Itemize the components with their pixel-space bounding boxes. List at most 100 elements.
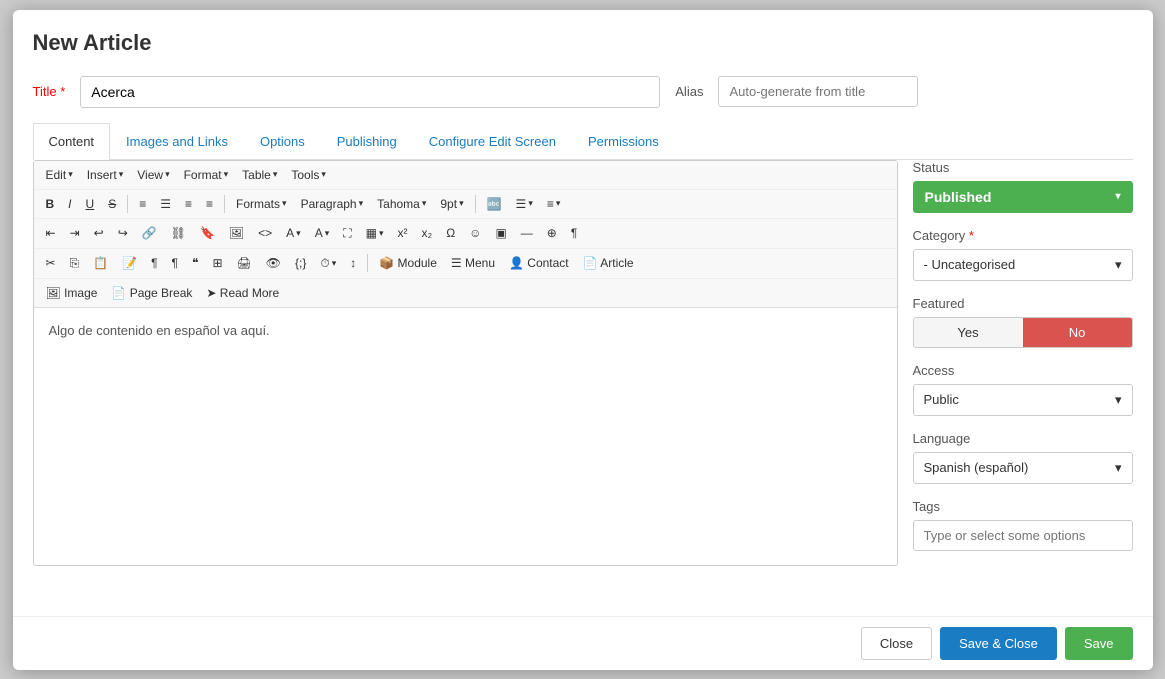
table-insert-btn[interactable]: ▦ ▾ xyxy=(360,223,390,243)
title-input[interactable] xyxy=(80,76,660,108)
featured-yes-btn[interactable]: Yes xyxy=(914,318,1023,347)
editor-panel: Edit ▾ Insert ▾ View ▾ Format ▾ Table ▾ … xyxy=(33,160,898,566)
bg-color-btn[interactable]: A ▾ xyxy=(309,223,336,243)
category-caret-icon: ▾ xyxy=(1115,257,1122,273)
save-close-button[interactable]: Save & Close xyxy=(940,627,1057,660)
status-dropdown[interactable]: Published ▾ xyxy=(913,181,1133,213)
language-section: Language Spanish (español) ▾ xyxy=(913,431,1133,484)
access-dropdown[interactable]: Public ▾ xyxy=(913,384,1133,416)
status-caret-icon: ▾ xyxy=(1115,191,1120,202)
paste-btn[interactable]: 📋 xyxy=(87,253,114,273)
fullscreen-btn[interactable]: ⛶ xyxy=(337,223,357,244)
language-dropdown[interactable]: Spanish (español) ▾ xyxy=(913,452,1133,484)
undo-btn[interactable]: ↩ xyxy=(88,223,110,243)
paste-text-btn[interactable]: 📝 xyxy=(116,253,143,273)
underline-btn[interactable]: U xyxy=(80,194,101,214)
bold-btn[interactable]: B xyxy=(40,194,61,214)
align-left-btn[interactable]: ≡ xyxy=(133,194,152,214)
pagebreak-btn[interactable]: 📄 Page Break xyxy=(105,283,198,303)
show-more-btn[interactable]: ¶ xyxy=(166,253,184,273)
media-btn[interactable]: ▣ xyxy=(489,223,512,243)
copy-btn[interactable]: ⎘ xyxy=(64,253,86,274)
indent-btn[interactable]: ≡ ▾ xyxy=(541,194,567,214)
unlink-btn[interactable]: ⛓ xyxy=(165,223,192,243)
paragraph-btn[interactable]: Paragraph ▾ xyxy=(295,194,370,214)
formats-btn[interactable]: Formats ▾ xyxy=(230,194,293,214)
align-right-btn[interactable]: ≡ xyxy=(179,194,198,214)
code-sample-btn[interactable]: {;} xyxy=(289,253,312,273)
language-label: Language xyxy=(913,431,1133,446)
alias-input[interactable] xyxy=(718,76,918,107)
outdent-btn[interactable]: ⇤ xyxy=(40,223,62,243)
tags-input[interactable] xyxy=(913,520,1133,551)
list-btn[interactable]: ☰ ▾ xyxy=(510,194,539,214)
image-insert-btn[interactable]: 🖼 xyxy=(223,223,250,243)
title-row: Title * Alias xyxy=(33,76,1133,108)
subscript-btn[interactable]: x₂ xyxy=(416,223,439,243)
access-section: Access Public ▾ xyxy=(913,363,1133,416)
modal-title: New Article xyxy=(33,30,1133,56)
toolbar-formatting-row1: B I U S ≡ ☰ ≡ ≡ Formats ▾ Paragraph ▾ Ta… xyxy=(34,190,897,219)
tab-configure-edit-screen[interactable]: Configure Edit Screen xyxy=(413,123,572,159)
readmore-btn[interactable]: ➤ Read More xyxy=(200,283,285,303)
preview-btn[interactable]: 👁 xyxy=(260,253,287,273)
insert-menu-btn[interactable]: Insert ▾ xyxy=(81,165,130,185)
show-hidden-btn[interactable]: ¶ xyxy=(145,253,163,273)
save-button[interactable]: Save xyxy=(1065,627,1133,660)
featured-no-btn[interactable]: No xyxy=(1023,318,1132,347)
size-btn[interactable]: 9pt ▾ xyxy=(434,194,469,214)
editor-toolbar: Edit ▾ Insert ▾ View ▾ Format ▾ Table ▾ … xyxy=(34,161,897,308)
close-button[interactable]: Close xyxy=(861,627,932,660)
tab-images-links[interactable]: Images and Links xyxy=(110,123,244,159)
category-dropdown[interactable]: - Uncategorised ▾ xyxy=(913,249,1133,281)
featured-label: Featured xyxy=(913,296,1133,311)
superscript-btn[interactable]: x² xyxy=(392,223,414,243)
redo-btn[interactable]: ↪ xyxy=(112,223,134,243)
cut-btn[interactable]: ✂ xyxy=(40,253,62,273)
code-btn[interactable]: <> xyxy=(252,223,278,243)
category-label: Category * xyxy=(913,228,1133,243)
tab-publishing[interactable]: Publishing xyxy=(321,123,413,159)
emoji-btn[interactable]: ☺ xyxy=(463,223,487,243)
pagebreak-inline-btn[interactable]: ⊕ xyxy=(541,223,563,243)
strikethrough-btn[interactable]: S xyxy=(102,194,122,214)
toolbar-insert-row: 🖼 Image 📄 Page Break ➤ Read More xyxy=(34,279,897,307)
special-char-btn[interactable]: Ω xyxy=(440,223,461,243)
tab-permissions[interactable]: Permissions xyxy=(572,123,675,159)
noneditable-btn[interactable]: ↕ xyxy=(344,253,362,273)
font-btn[interactable]: Tahoma ▾ xyxy=(371,194,432,214)
bookmark-btn[interactable]: 🔖 xyxy=(194,223,221,243)
hr-btn[interactable]: — xyxy=(515,223,539,243)
char-map-btn[interactable]: 🔤 xyxy=(481,194,508,214)
editor-content[interactable]: Algo de contenido en español va aquí. xyxy=(34,308,897,558)
blockquote-btn[interactable]: ❝ xyxy=(186,253,204,273)
align-center-btn[interactable]: ☰ xyxy=(154,194,177,214)
table-menu-btn[interactable]: Table ▾ xyxy=(236,165,283,185)
print-btn[interactable]: 🖨 xyxy=(231,253,258,273)
view-menu-btn[interactable]: View ▾ xyxy=(131,165,175,185)
indent2-btn[interactable]: ⇥ xyxy=(64,223,86,243)
format-menu-btn[interactable]: Format ▾ xyxy=(178,165,235,185)
tags-label: Tags xyxy=(913,499,1133,514)
status-label: Status xyxy=(913,160,1133,175)
toolbar-formatting-row2: ⇤ ⇥ ↩ ↪ 🔗 ⛓ 🔖 🖼 <> A ▾ A ▾ ⛶ ▦ ▾ x² x₂ Ω xyxy=(34,219,897,249)
edit-menu-btn[interactable]: Edit ▾ xyxy=(40,165,79,185)
justify-btn[interactable]: ≡ xyxy=(200,194,219,214)
tab-options[interactable]: Options xyxy=(244,123,321,159)
category-section: Category * - Uncategorised ▾ xyxy=(913,228,1133,281)
tab-content[interactable]: Content xyxy=(33,123,111,160)
image-btn[interactable]: 🖼 Image xyxy=(40,283,104,303)
link-btn[interactable]: 🔗 xyxy=(136,223,163,243)
timer-btn[interactable]: ⏱ ▾ xyxy=(314,253,342,274)
tools-menu-btn[interactable]: Tools ▾ xyxy=(285,165,332,185)
status-section: Status Published ▾ xyxy=(913,160,1133,213)
font-color-btn[interactable]: A ▾ xyxy=(280,223,307,243)
nonbreaking-btn[interactable]: ⊞ xyxy=(206,253,228,273)
module-btn[interactable]: 📦 Module xyxy=(373,253,443,273)
contact-btn[interactable]: 👤 Contact xyxy=(503,253,575,273)
menu-btn[interactable]: ☰ Menu xyxy=(445,253,501,273)
italic-btn[interactable]: I xyxy=(62,194,77,214)
article-btn[interactable]: 📄 Article xyxy=(577,253,640,273)
sep3 xyxy=(475,195,476,213)
show-blocks-btn[interactable]: ¶ xyxy=(565,223,583,243)
